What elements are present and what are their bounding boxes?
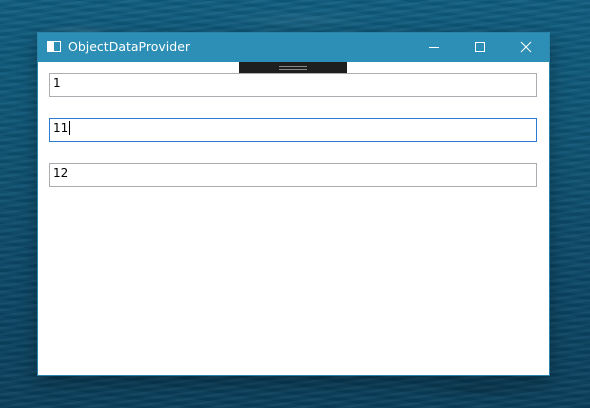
text-input-value: 11	[53, 121, 69, 135]
text-caret	[69, 121, 71, 135]
window-title: ObjectDataProvider	[68, 39, 191, 54]
text-input-1[interactable]: 1	[49, 73, 537, 97]
close-icon	[520, 41, 532, 53]
window-content: 1 11 12	[38, 62, 549, 375]
maximize-button[interactable]	[457, 33, 503, 62]
app-window: ObjectDataProvider 1 11 12	[38, 33, 549, 375]
minimize-icon	[429, 47, 439, 48]
desktop-background: { "window": { "title": "ObjectDataProvid…	[0, 0, 590, 408]
title-bar[interactable]: ObjectDataProvider	[38, 33, 549, 62]
maximize-icon	[475, 42, 485, 52]
text-input-3[interactable]: 12	[49, 163, 537, 187]
close-button[interactable]	[503, 33, 549, 62]
text-input-value: 1	[53, 76, 61, 90]
minimize-button[interactable]	[411, 33, 457, 62]
text-input-value: 12	[53, 166, 69, 180]
window-app-icon	[47, 41, 61, 52]
text-input-2[interactable]: 11	[49, 118, 537, 142]
